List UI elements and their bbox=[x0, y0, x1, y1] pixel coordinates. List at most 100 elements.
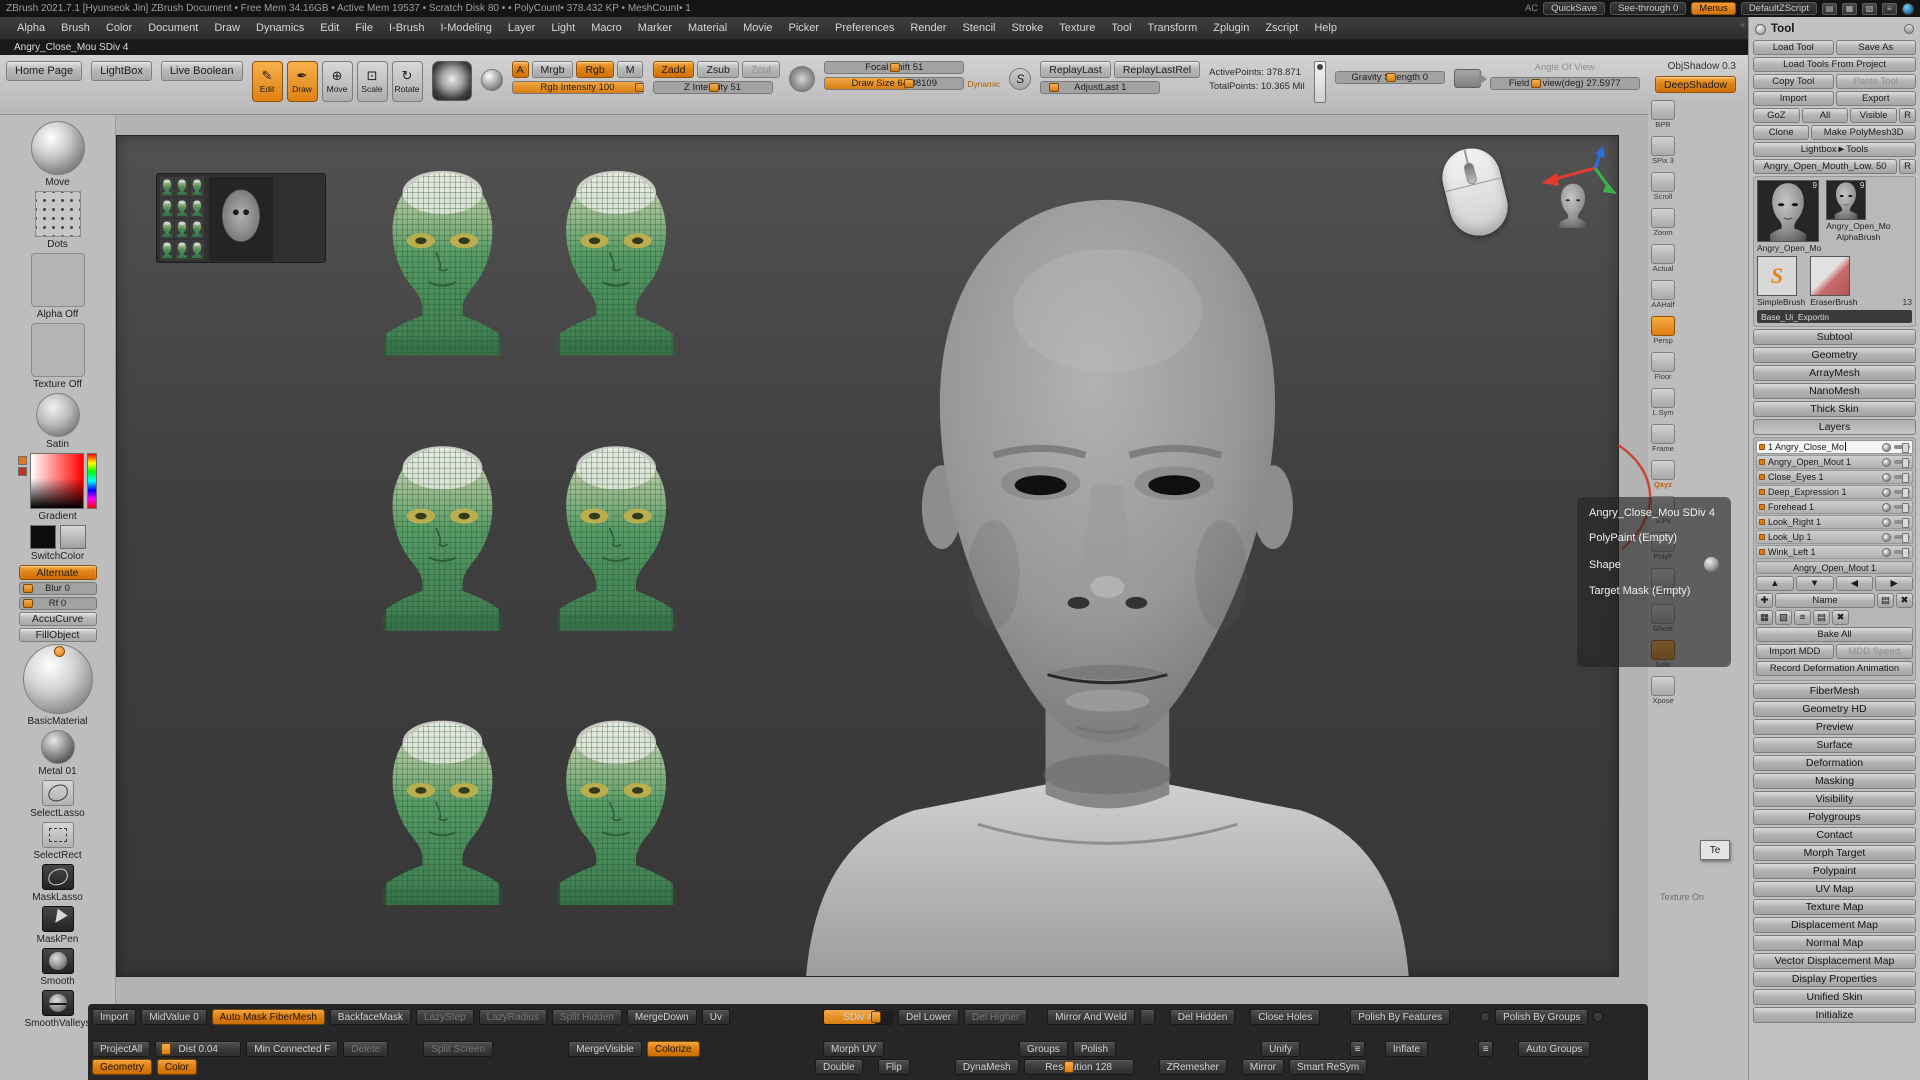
recent-tool-thumb[interactable]: 9 bbox=[1826, 180, 1866, 220]
current-tool-thumb[interactable]: 9 bbox=[1757, 180, 1819, 242]
simplebrush-thumb[interactable]: S bbox=[1757, 256, 1797, 296]
zsub-button[interactable]: Zsub bbox=[697, 61, 738, 78]
bottom-shelf-button[interactable]: Del Higher bbox=[964, 1009, 1027, 1025]
layer-row[interactable]: Look_Right 1 bbox=[1756, 515, 1913, 529]
bottom-shelf-button[interactable] bbox=[1593, 1012, 1603, 1022]
layer-eye-icon[interactable] bbox=[1882, 488, 1891, 497]
tool-section-button[interactable]: Polypaint bbox=[1753, 863, 1916, 879]
layer-grid-icon[interactable]: ▧ bbox=[1775, 610, 1792, 625]
goz-button[interactable]: GoZ bbox=[1753, 108, 1800, 123]
adjust-last-slider[interactable]: AdjustLast 1 bbox=[1040, 81, 1160, 94]
layer-row[interactable]: Wink_Left 1 bbox=[1756, 545, 1913, 559]
layer-intensity-slider[interactable] bbox=[1894, 445, 1910, 449]
menu-item[interactable]: File bbox=[348, 20, 380, 36]
bottom-shelf-button[interactable]: Dist 0.04 bbox=[155, 1041, 241, 1057]
layout-icon[interactable]: ▤ bbox=[1822, 3, 1837, 15]
bottom-shelf-button[interactable]: ≡ bbox=[1478, 1041, 1493, 1057]
layer-intensity-slider[interactable] bbox=[1894, 550, 1910, 554]
move-button[interactable]: ⊕Move bbox=[322, 61, 353, 102]
texture-thumb[interactable] bbox=[31, 323, 85, 377]
bottom-shelf-button[interactable]: Mirror And Weld bbox=[1047, 1009, 1135, 1025]
tool-section-button[interactable]: Vector Displacement Map bbox=[1753, 953, 1916, 969]
bottom-shelf-button[interactable]: Polish bbox=[1073, 1041, 1116, 1057]
hue-bar[interactable] bbox=[87, 453, 97, 509]
shelf-toggle-button[interactable]: Persp bbox=[1651, 316, 1675, 345]
saturation-value-box[interactable] bbox=[30, 453, 84, 509]
tool-section-button[interactable]: Preview bbox=[1753, 719, 1916, 735]
bottom-shelf-button[interactable]: Delete bbox=[343, 1041, 388, 1057]
draw-button[interactable]: ✒Draw bbox=[287, 61, 318, 102]
seethrough-slider[interactable]: See-through 0 bbox=[1610, 2, 1686, 15]
layer-eye-icon[interactable] bbox=[1882, 548, 1891, 557]
rgb-intensity-slider[interactable]: Rgb Intensity 100 bbox=[512, 81, 644, 94]
bottom-shelf-button[interactable] bbox=[1140, 1009, 1155, 1025]
rgb-button[interactable]: Rgb bbox=[576, 61, 613, 78]
menu-item[interactable]: Stencil bbox=[955, 20, 1002, 36]
layer-row[interactable]: Close_Eyes 1 bbox=[1756, 470, 1913, 484]
tool-section-button[interactable]: Visibility bbox=[1753, 791, 1916, 807]
record-deformation-button[interactable]: Record Deformation Animation bbox=[1756, 661, 1913, 676]
wireframe-head-6[interactable] bbox=[556, 721, 676, 906]
bottom-shelf-button[interactable]: Geometry bbox=[92, 1059, 152, 1075]
alternate-button[interactable]: Alternate bbox=[19, 565, 97, 580]
layer-record-icon[interactable] bbox=[1759, 534, 1765, 540]
z-intensity-slider[interactable]: Z Intensity 51 bbox=[653, 81, 773, 94]
tool-section-button[interactable]: Contact bbox=[1753, 827, 1916, 843]
masklasso-thumb[interactable] bbox=[42, 864, 74, 890]
import-mdd-button[interactable]: Import MDD bbox=[1756, 644, 1834, 659]
menu-item[interactable]: Color bbox=[99, 20, 139, 36]
menu-item[interactable]: Brush bbox=[54, 20, 97, 36]
fov-slider[interactable]: Field of view(deg) 27.5977 bbox=[1490, 77, 1640, 90]
layer-up-button[interactable]: ▲ bbox=[1756, 576, 1794, 591]
bottom-shelf-button[interactable]: Morph UV bbox=[823, 1041, 884, 1057]
bottom-shelf-button[interactable]: MidValue 0 bbox=[141, 1009, 206, 1025]
bottom-shelf-button[interactable]: Split Hidden bbox=[552, 1009, 622, 1025]
bottom-shelf-button[interactable]: BackfaceMask bbox=[330, 1009, 411, 1025]
tool-section-button[interactable]: Surface bbox=[1753, 737, 1916, 753]
bottom-shelf-button[interactable]: Uv bbox=[702, 1009, 730, 1025]
rotate-button[interactable]: ↻Rotate bbox=[392, 61, 423, 102]
live-boolean-button[interactable]: Live Boolean bbox=[161, 61, 243, 81]
split-view-icon[interactable]: ▦ bbox=[1842, 3, 1857, 15]
menu-item[interactable]: Alpha bbox=[10, 20, 52, 36]
layer-intensity-slider[interactable] bbox=[1894, 490, 1910, 494]
layer-record-icon[interactable] bbox=[1759, 444, 1765, 450]
bottom-shelf-button[interactable]: ≡ bbox=[1350, 1041, 1365, 1057]
layer-merge-icon[interactable]: ▦ bbox=[1756, 610, 1773, 625]
bottom-shelf-button[interactable]: Min Connected F bbox=[246, 1041, 338, 1057]
bottom-shelf-button[interactable]: Del Lower bbox=[898, 1009, 959, 1025]
bottom-shelf-button[interactable]: Groups bbox=[1019, 1041, 1068, 1057]
sculpt-canvas[interactable] bbox=[116, 135, 1619, 977]
material-thumb[interactable] bbox=[36, 393, 80, 437]
material-a-button[interactable]: A bbox=[512, 61, 529, 78]
tool-section-button[interactable]: Normal Map bbox=[1753, 935, 1916, 951]
stroke-dots-thumb[interactable] bbox=[35, 191, 81, 237]
maskpen-thumb[interactable] bbox=[42, 906, 74, 932]
menu-item[interactable]: Render bbox=[903, 20, 953, 36]
bottom-shelf-button[interactable]: Smart ReSym bbox=[1289, 1059, 1367, 1075]
tool-section-button[interactable]: NanoMesh bbox=[1753, 383, 1916, 399]
tool-section-button[interactable]: Deformation bbox=[1753, 755, 1916, 771]
tool-list-item[interactable]: Base_Ui_Exportin bbox=[1757, 310, 1912, 323]
layer-delete-icon[interactable]: ✖ bbox=[1896, 593, 1913, 608]
layer-next-button[interactable]: ▶ bbox=[1875, 576, 1913, 591]
rf-slider[interactable]: Rf 0 bbox=[19, 597, 97, 610]
wireframe-head-5[interactable] bbox=[383, 721, 503, 906]
menu-item[interactable]: Preferences bbox=[828, 20, 901, 36]
tool-r-button[interactable]: R bbox=[1899, 159, 1916, 174]
camera-view-widget[interactable] bbox=[1537, 146, 1619, 246]
current-material-icon[interactable] bbox=[481, 69, 503, 91]
bottom-shelf-button[interactable]: MergeVisible bbox=[568, 1041, 642, 1057]
layer-row[interactable]: Deep_Expression 1 bbox=[1756, 485, 1913, 499]
bottom-shelf-button[interactable]: Resolution 128 bbox=[1024, 1059, 1134, 1075]
menu-item[interactable]: Movie bbox=[736, 20, 779, 36]
tool-section-button[interactable]: Displacement Map bbox=[1753, 917, 1916, 933]
layer-invert-icon[interactable]: ✖ bbox=[1832, 610, 1849, 625]
history-thumbnails-panel[interactable] bbox=[156, 173, 326, 263]
tool-section-button[interactable]: Initialize bbox=[1753, 1007, 1916, 1023]
edit-button[interactable]: ✎Edit bbox=[252, 61, 283, 102]
tool-section-layers[interactable]: Layers bbox=[1753, 419, 1916, 435]
menu-item[interactable]: Marker bbox=[631, 20, 679, 36]
layer-down-button[interactable]: ▼ bbox=[1796, 576, 1834, 591]
layer-intensity-slider[interactable] bbox=[1894, 505, 1910, 509]
